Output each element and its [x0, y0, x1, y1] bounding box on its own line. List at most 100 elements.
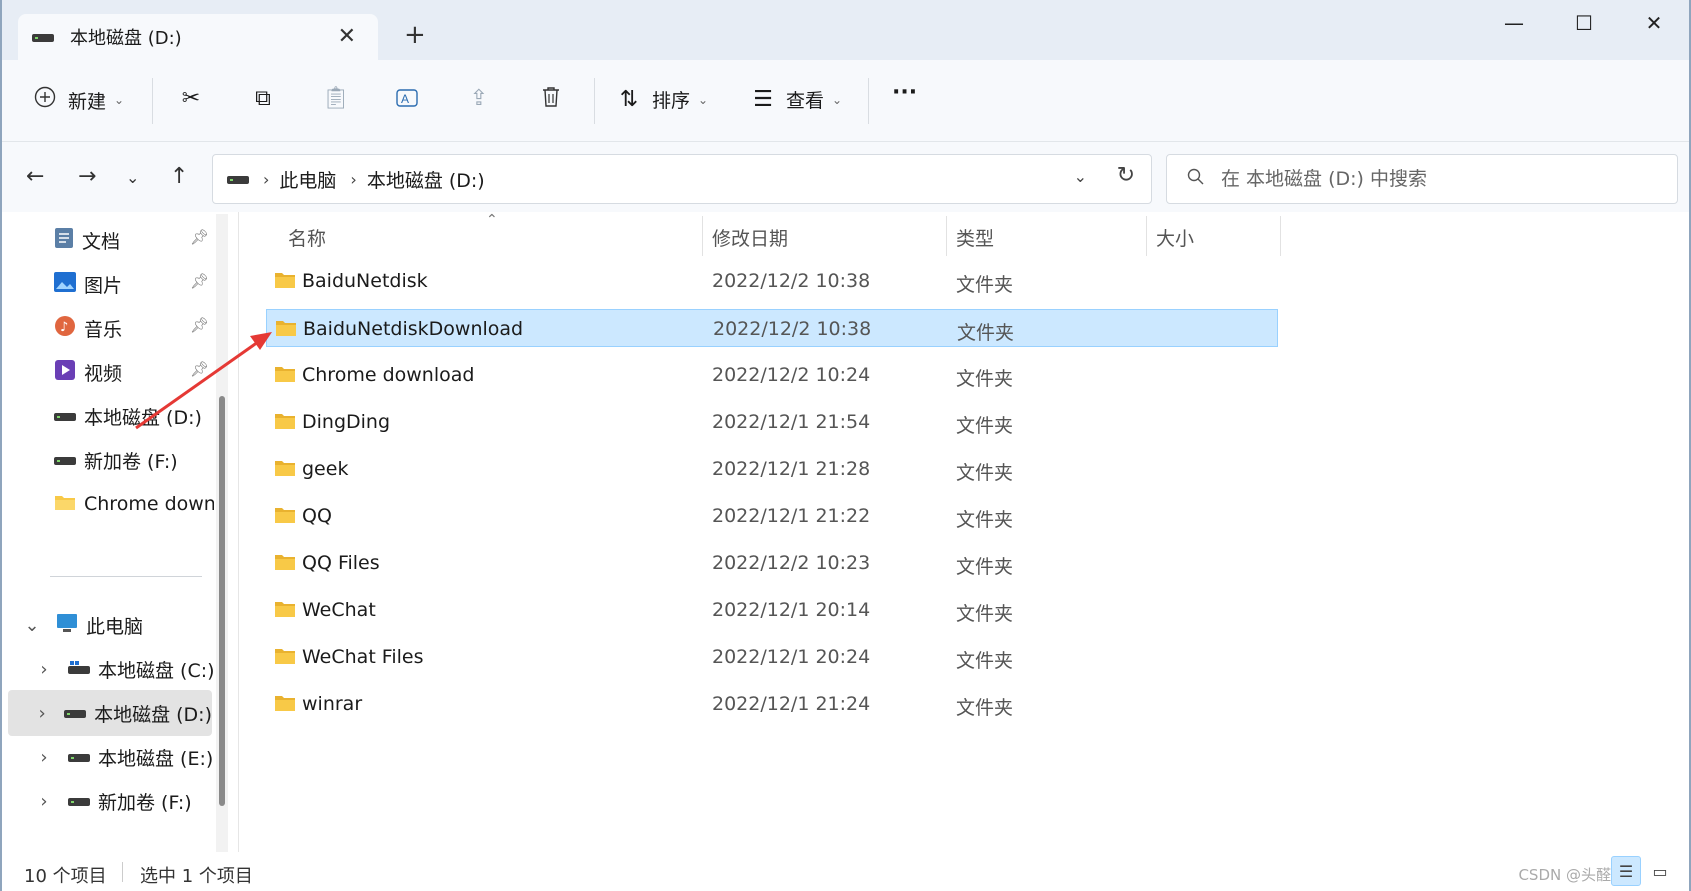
column-header-size[interactable]: 大小: [1156, 224, 1194, 251]
sort-ascending-icon: ⌃: [486, 212, 498, 228]
file-name: QQ: [302, 505, 332, 527]
chevron-right-icon[interactable]: ›: [30, 703, 54, 724]
file-type: 文件夹: [956, 274, 1014, 296]
sidebar-item-drive-f[interactable]: › 新加卷 (F:): [20, 778, 224, 824]
delete-icon: [538, 86, 564, 114]
copy-button[interactable]: ⧉: [250, 86, 276, 111]
file-name: winrar: [302, 693, 363, 715]
file-row[interactable]: geek 2022/12/1 21:28 文件夹: [266, 450, 1278, 488]
column-header-name[interactable]: 名称: [288, 224, 326, 251]
folder-icon: [275, 319, 297, 342]
chevron-down-icon[interactable]: ⌄: [18, 615, 46, 636]
chevron-right-icon[interactable]: ›: [30, 659, 58, 680]
music-icon: ♪: [54, 315, 76, 342]
search-box[interactable]: [1166, 154, 1678, 204]
cut-button[interactable]: ✂: [178, 86, 204, 111]
file-modified-date: 2022/12/2 10:24: [712, 364, 871, 386]
column-header-date[interactable]: 修改日期: [712, 224, 788, 251]
file-row[interactable]: Chrome download 2022/12/2 10:24 文件夹: [266, 356, 1278, 394]
sidebar-item-drive-d[interactable]: 本地磁盘 (D:): [54, 396, 202, 436]
file-name: BaiduNetdiskDownload: [303, 318, 524, 340]
sidebar-item-label: 本地磁盘 (E:): [98, 747, 214, 770]
sort-button[interactable]: ⇅ 排序 ⌄: [616, 86, 708, 113]
paste-button[interactable]: 📋︎: [322, 86, 350, 111]
more-button[interactable]: ···: [892, 80, 917, 105]
view-button[interactable]: ☰ 查看 ⌄: [750, 86, 842, 113]
tab-close-icon[interactable]: ✕: [338, 24, 356, 49]
file-type: 文件夹: [956, 697, 1014, 719]
sidebar-item-pictures[interactable]: 图片: [54, 264, 122, 304]
details-view-icon[interactable]: ☰: [1611, 856, 1641, 886]
sidebar-scrollbar[interactable]: [216, 214, 228, 854]
file-row[interactable]: DingDing 2022/12/1 21:54 文件夹: [266, 403, 1278, 441]
scrollbar-thumb[interactable]: [219, 396, 225, 806]
new-button[interactable]: 新建 ⌄: [32, 86, 124, 114]
file-row[interactable]: QQ 2022/12/1 21:22 文件夹: [266, 497, 1278, 535]
svg-text:A: A: [401, 92, 409, 106]
tiles-view-icon[interactable]: ▭: [1645, 856, 1675, 886]
sidebar-item-label: 图片: [84, 274, 123, 297]
file-name: geek: [302, 458, 349, 480]
breadcrumb-this-pc[interactable]: 此电脑: [279, 166, 336, 193]
chevron-down-icon: ⌄: [114, 93, 125, 107]
tab-drive-d[interactable]: 本地磁盘 (D:) ✕: [18, 14, 378, 60]
sort-icon: ⇅: [619, 87, 639, 112]
rename-button[interactable]: A: [394, 86, 420, 116]
computer-icon: [56, 613, 78, 638]
sidebar-item-drive-d-selected[interactable]: › 本地磁盘 (D:): [8, 690, 212, 736]
address-dropdown-icon[interactable]: ⌄: [1074, 167, 1087, 186]
new-button-label: 新建: [68, 90, 107, 113]
drive-icon: [64, 702, 87, 724]
minimize-icon[interactable]: —: [1479, 0, 1549, 46]
breadcrumb-drive-d[interactable]: 本地磁盘 (D:): [367, 166, 485, 193]
sidebar-item-drive-c[interactable]: › 本地磁盘 (C:): [20, 646, 224, 692]
column-divider[interactable]: [946, 216, 947, 256]
sidebar-item-this-pc[interactable]: ⌄ 此电脑: [8, 602, 212, 648]
forward-icon[interactable]: →: [78, 164, 96, 189]
file-row-selected[interactable]: BaiduNetdiskDownload 2022/12/2 10:38 文件夹: [266, 309, 1278, 347]
maximize-icon[interactable]: ☐: [1549, 0, 1619, 46]
file-explorer-window: 本地磁盘 (D:) ✕ + — ☐ ✕ 新建 ⌄ ✂ ⧉ 📋︎ A ⇪ ⇅ 排序…: [0, 0, 1691, 891]
pane-divider[interactable]: [238, 212, 239, 852]
column-divider[interactable]: [702, 216, 703, 256]
copy-icon: ⧉: [255, 86, 271, 111]
sidebar-item-chrome-download[interactable]: Chrome downl: [54, 484, 214, 524]
file-type: 文件夹: [957, 322, 1015, 344]
file-modified-date: 2022/12/1 21:22: [712, 505, 871, 527]
chevron-right-icon[interactable]: ›: [30, 791, 58, 812]
search-input[interactable]: [1221, 168, 1661, 190]
file-row[interactable]: winrar 2022/12/1 21:24 文件夹: [266, 685, 1278, 723]
chevron-right-icon[interactable]: ›: [30, 747, 58, 768]
file-row[interactable]: BaiduNetdisk 2022/12/2 10:38 文件夹: [266, 262, 1278, 300]
sidebar-item-music[interactable]: ♪ 音乐: [54, 308, 122, 348]
recent-dropdown-icon[interactable]: ⌄: [126, 168, 139, 187]
column-divider[interactable]: [1146, 216, 1147, 256]
refresh-icon[interactable]: ↻: [1117, 163, 1135, 188]
sidebar-item-drive-f[interactable]: 新加卷 (F:): [54, 440, 178, 480]
sidebar-item-drive-e[interactable]: › 本地磁盘 (E:): [20, 734, 224, 780]
sidebar-item-label: 视频: [84, 362, 123, 385]
pin-icon: 📌︎: [190, 228, 210, 246]
column-divider[interactable]: [1280, 216, 1281, 256]
view-icon: ☰: [753, 87, 773, 112]
sidebar-item-documents[interactable]: 文档: [54, 220, 120, 260]
close-icon[interactable]: ✕: [1619, 0, 1689, 46]
delete-button[interactable]: [538, 86, 564, 114]
file-row[interactable]: WeChat 2022/12/1 20:14 文件夹: [266, 591, 1278, 629]
share-button[interactable]: ⇪: [466, 86, 492, 111]
file-row[interactable]: QQ Files 2022/12/2 10:23 文件夹: [266, 544, 1278, 582]
address-bar[interactable]: › 此电脑 › 本地磁盘 (D:) ⌄ ↻: [212, 154, 1152, 204]
column-header-type[interactable]: 类型: [956, 224, 994, 251]
chevron-down-icon: ⌄: [698, 92, 709, 107]
sidebar-item-videos[interactable]: 视频: [54, 352, 122, 392]
file-row[interactable]: WeChat Files 2022/12/1 20:24 文件夹: [266, 638, 1278, 676]
new-tab-button[interactable]: +: [404, 20, 426, 50]
sidebar-item-label: 音乐: [84, 318, 123, 341]
folder-icon: [274, 506, 296, 529]
file-modified-date: 2022/12/1 20:14: [712, 599, 871, 621]
up-icon[interactable]: ↑: [170, 164, 188, 189]
back-icon[interactable]: ←: [26, 164, 44, 189]
sidebar-item-label: 新加卷 (F:): [84, 450, 178, 473]
file-list: ⌃ 名称 修改日期 类型 大小 BaiduNetdisk 2022/12/2 10…: [242, 212, 1682, 852]
sidebar-item-label: 新加卷 (F:): [98, 791, 192, 814]
